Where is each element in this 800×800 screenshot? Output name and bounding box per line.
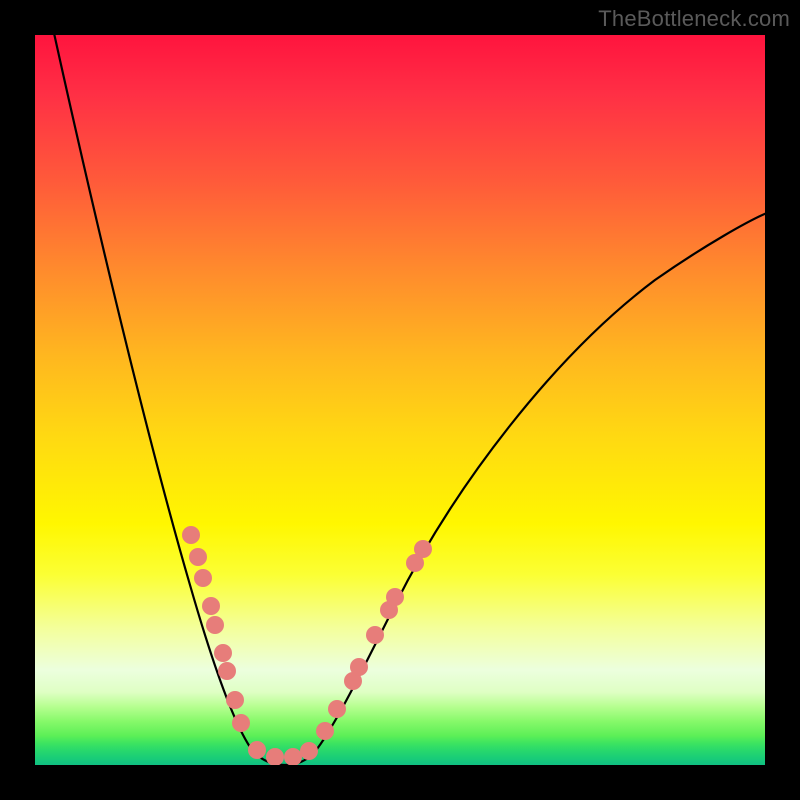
watermark-text: TheBottleneck.com bbox=[598, 6, 790, 32]
plot-area bbox=[35, 35, 765, 765]
data-dots bbox=[182, 526, 432, 765]
bottleneck-curve bbox=[50, 35, 765, 765]
chart-frame: TheBottleneck.com bbox=[0, 0, 800, 800]
curve-layer bbox=[35, 35, 765, 765]
